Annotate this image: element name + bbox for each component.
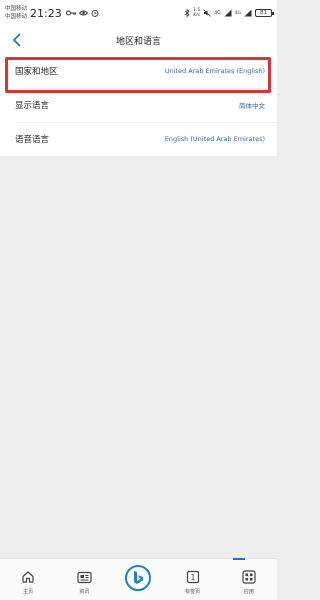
bing-icon: [125, 565, 152, 591]
apps-icon: [241, 569, 257, 585]
row-label: 国家和地区: [15, 67, 58, 77]
carrier-info: 中国移动 中国移动: [5, 5, 27, 21]
tab-news[interactable]: 资讯: [64, 569, 104, 595]
tab-apps[interactable]: 应用: [229, 569, 269, 595]
tab-label: 应用: [243, 589, 254, 595]
net-speed-unit: K/s: [193, 13, 201, 18]
signal-1-icon: [224, 9, 232, 17]
nav-bar: 地区和语言: [0, 26, 277, 54]
signal-1-label: 4G: [214, 10, 221, 16]
status-right-icons: 1.5 K/s 4G 4G 81: [184, 8, 274, 18]
tab-label: 主页: [23, 589, 34, 595]
tab-label: 资讯: [79, 589, 90, 595]
row-voice-language[interactable]: 语音语言 English (United Arab Emirates): [0, 122, 277, 156]
alarm-icon: [91, 9, 99, 17]
signal-2-icon: [244, 9, 252, 17]
row-display-language[interactable]: 显示语言 简体中文: [0, 88, 277, 122]
tab-bing[interactable]: [120, 565, 156, 595]
row-value: 简体中文: [239, 102, 265, 110]
key-icon: [65, 10, 76, 16]
row-value: United Arab Emirates (English): [164, 67, 265, 75]
net-speed: 1.5 K/s: [193, 8, 200, 18]
tab-label: 标签页: [185, 589, 201, 595]
battery-icon: 81: [255, 9, 274, 17]
tabs-count: 1: [190, 573, 195, 582]
row-label: 显示语言: [15, 101, 50, 111]
page-title: 地区和语言: [115, 36, 161, 47]
carrier-1: 中国移动: [5, 6, 28, 12]
back-button[interactable]: [9, 32, 25, 48]
carrier-2: 中国移动: [5, 14, 28, 20]
row-country-region[interactable]: 国家和地区 United Arab Emirates (English): [0, 54, 277, 88]
status-left-icons: [65, 9, 99, 17]
home-icon: [20, 569, 36, 585]
tabs-icon: 1: [185, 569, 201, 585]
active-tab-indicator: [233, 558, 245, 560]
bluetooth-icon: [184, 9, 190, 17]
eye-icon: [78, 10, 88, 16]
status-bar: 中国移动 中国移动 21:23 1.5 K/s 4G 4G 81: [0, 0, 277, 26]
clock: 21:23: [30, 6, 62, 20]
mute-icon: [203, 9, 212, 17]
battery-level: 81: [260, 10, 267, 16]
screen: 中国移动 中国移动 21:23 1.5 K/s 4G 4G 81 地区和语言 国…: [0, 0, 277, 600]
tab-tabs[interactable]: 1 标签页: [173, 569, 213, 595]
settings-list: 国家和地区 United Arab Emirates (English) 显示语…: [0, 54, 277, 156]
news-icon: [76, 569, 92, 585]
row-label: 语音语言: [15, 135, 50, 145]
tab-home[interactable]: 主页: [8, 569, 48, 595]
signal-2-label: 4G: [234, 10, 241, 16]
bottom-tab-bar: 主页 资讯 1 标签页 应用: [0, 558, 277, 600]
chevron-left-icon: [13, 33, 21, 47]
row-value: English (United Arab Emirates): [164, 135, 265, 143]
